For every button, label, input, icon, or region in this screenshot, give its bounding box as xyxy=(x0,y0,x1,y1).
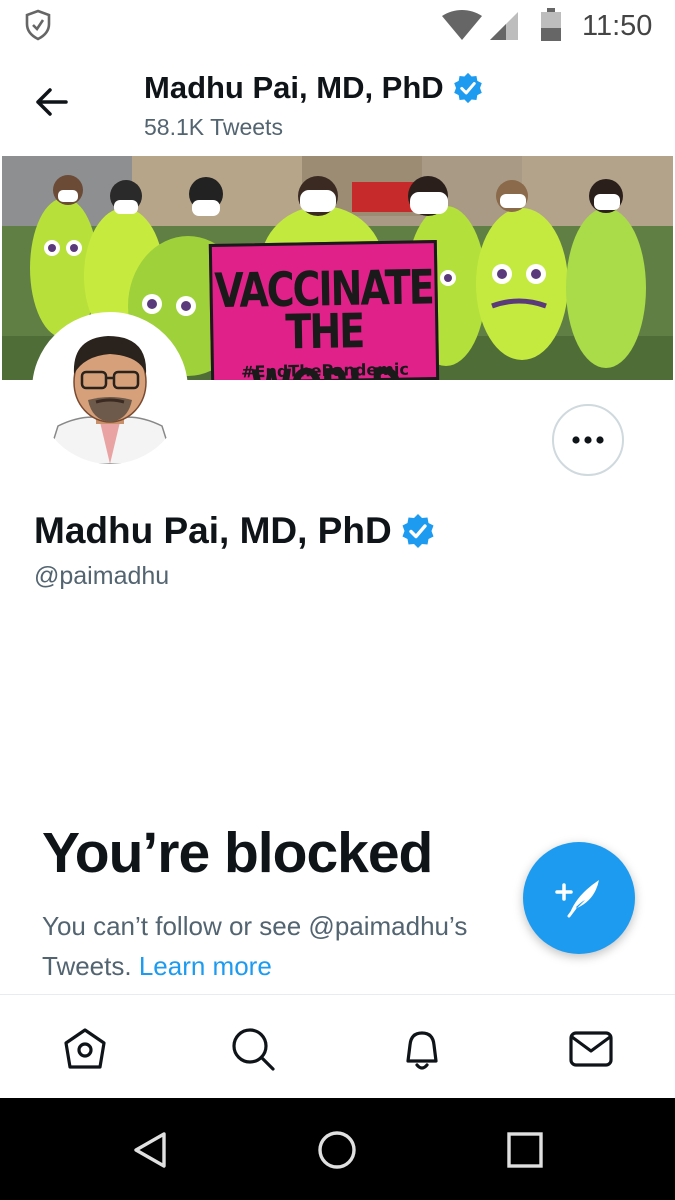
sign-line-3: #EndThePandemic xyxy=(240,359,410,380)
verified-badge-icon xyxy=(453,72,482,104)
signal-icon xyxy=(490,12,518,40)
protest-sign: VACCINATE THE WORLD #EndThePandemic xyxy=(208,240,440,380)
avatar[interactable] xyxy=(32,312,188,468)
home-icon[interactable] xyxy=(61,1025,109,1073)
battery-icon xyxy=(541,8,561,41)
blocked-title: You’re blocked xyxy=(42,821,433,885)
profile-name-row: Madhu Pai, MD, PhD xyxy=(34,510,436,552)
notifications-icon[interactable] xyxy=(398,1025,446,1073)
bottom-navigation xyxy=(0,994,675,1098)
status-bar: 11:50 xyxy=(0,0,675,52)
recents-square-icon[interactable] xyxy=(503,1128,547,1172)
status-time: 11:50 xyxy=(582,10,653,42)
profile-name: Madhu Pai, MD, PhD xyxy=(34,510,392,551)
learn-more-link[interactable]: Learn more xyxy=(139,951,272,981)
profile-header: Madhu Pai, MD, PhD 58.1K Tweets xyxy=(0,52,675,156)
search-icon[interactable] xyxy=(229,1025,277,1073)
messages-icon[interactable] xyxy=(567,1025,615,1073)
more-options-icon xyxy=(572,436,604,444)
more-options-button[interactable] xyxy=(552,404,624,476)
tweet-count: 58.1K Tweets xyxy=(144,114,283,140)
shield-check-icon xyxy=(25,9,51,41)
back-arrow-icon[interactable] xyxy=(30,80,74,124)
home-circle-icon[interactable] xyxy=(315,1128,359,1172)
avatar-illustration xyxy=(36,316,184,464)
header-name: Madhu Pai, MD, PhD xyxy=(144,70,444,105)
android-navigation-bar xyxy=(0,1098,675,1200)
profile-handle: @paimadhu xyxy=(34,562,170,590)
blocked-message: You can’t follow or see @paimadhu’s Twee… xyxy=(42,906,542,986)
compose-tweet-button[interactable] xyxy=(523,842,635,954)
compose-tweet-icon xyxy=(555,880,599,918)
back-triangle-icon[interactable] xyxy=(128,1128,172,1172)
wifi-icon xyxy=(442,10,482,40)
header-name-row: Madhu Pai, MD, PhD xyxy=(144,70,484,106)
verified-badge-icon xyxy=(402,514,434,548)
